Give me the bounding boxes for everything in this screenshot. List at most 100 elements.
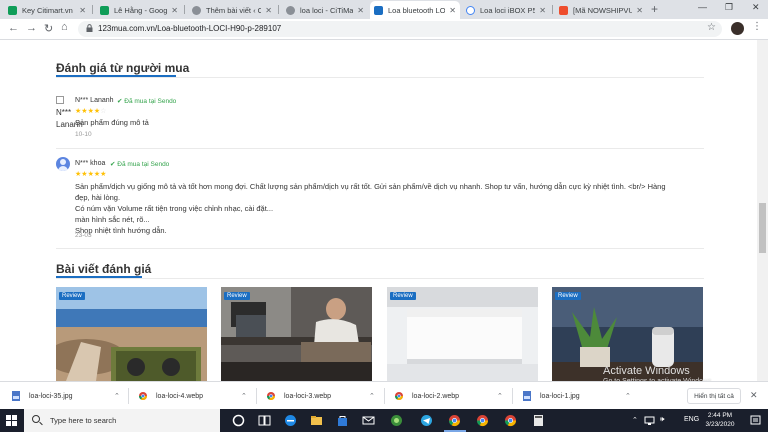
- close-icon[interactable]: ✕: [265, 6, 272, 15]
- forward-arrow-icon[interactable]: →: [26, 22, 37, 34]
- reviews-section-title: Đánh giá từ người mua: [56, 61, 190, 75]
- chrome-icon: [395, 392, 403, 400]
- close-downloads-icon[interactable]: ✕: [750, 390, 758, 401]
- close-icon[interactable]: ✕: [636, 6, 643, 15]
- avatar-body: [58, 166, 68, 171]
- review-line: Sản phẩm/dịch vụ giống mô tả và tốt hơn …: [75, 182, 666, 191]
- chrome-taskbar-icon[interactable]: [448, 414, 461, 427]
- notifications-icon[interactable]: [750, 415, 761, 426]
- tab-loa-loci-citimart[interactable]: loa loci - CiTiMart ✕: [282, 1, 368, 19]
- language-indicator[interactable]: ENG: [684, 416, 699, 423]
- address-bar: ← → ↻ ⌂ 123mua.com.vn/Loa-bluetooth-LOCI…: [0, 19, 768, 40]
- minimize-icon[interactable]: —: [698, 2, 707, 12]
- tab-le-hang[interactable]: Lê Hằng - Google Sh ✕: [96, 1, 182, 19]
- review-tag: Review: [555, 292, 581, 300]
- download-divider: [512, 388, 513, 404]
- close-icon[interactable]: ✕: [171, 6, 178, 15]
- cortana-icon[interactable]: [232, 414, 245, 427]
- reload-icon[interactable]: ↻: [44, 22, 53, 35]
- close-icon[interactable]: ✕: [539, 6, 546, 15]
- download-divider: [384, 388, 385, 404]
- close-icon[interactable]: ✕: [449, 6, 456, 15]
- home-icon[interactable]: ⌂: [61, 21, 68, 33]
- chevron-up-icon[interactable]: ⌃: [369, 392, 375, 400]
- tab-label: loa loci - CiTiMart: [300, 5, 354, 15]
- download-item[interactable]: loa-loci-1.jpg ⌃: [523, 388, 635, 404]
- file-explorer-icon[interactable]: [310, 414, 323, 427]
- taskbar-search-input[interactable]: Type here to search: [24, 409, 220, 432]
- chevron-up-icon[interactable]: ⌃: [625, 392, 631, 400]
- review-tag: Review: [59, 292, 85, 300]
- article-card[interactable]: Review: [387, 287, 538, 381]
- store-icon[interactable]: [336, 414, 349, 427]
- url-input[interactable]: 123mua.com.vn/Loa-bluetooth-LOCI-H90-p-2…: [78, 21, 722, 37]
- restore-icon[interactable]: ❐: [725, 2, 733, 13]
- articles-section-title: Bài viết đánh giá: [56, 262, 152, 276]
- back-arrow-icon[interactable]: ←: [8, 22, 19, 34]
- tab-them-bai-viet[interactable]: Thêm bài viết ‹ CiT ✕: [188, 1, 276, 19]
- new-tab-plus-icon[interactable]: +: [651, 2, 658, 16]
- url-text: 123mua.com.vn/Loa-bluetooth-LOCI-H90-p-2…: [98, 24, 282, 33]
- badge-text: Đã mua tại Sendo: [124, 98, 177, 105]
- tab-key-citimart[interactable]: Key Citimart.vn - Go ✕: [4, 1, 90, 19]
- reviewer-name: N*** khoa: [75, 160, 106, 167]
- tab-label: Key Citimart.vn - Go: [22, 5, 75, 15]
- chrome-taskbar-icon-3[interactable]: [504, 414, 517, 427]
- edge-icon[interactable]: [284, 414, 297, 427]
- windows-start-icon[interactable]: [6, 415, 17, 426]
- chrome-taskbar-icon-2[interactable]: [476, 414, 489, 427]
- article-card[interactable]: Review: [56, 287, 207, 381]
- review-text: Sản phẩm đúng mô tả: [75, 118, 149, 127]
- review-line: màn hình sắc nét, rõ...: [75, 215, 150, 224]
- page-scrollbar[interactable]: [757, 40, 768, 381]
- volume-icon[interactable]: 🕪: [660, 416, 664, 424]
- review-line: Shop nhiệt tình hướng dẫn.: [75, 226, 167, 235]
- google-icon: [466, 5, 475, 15]
- chevron-up-icon[interactable]: ⌃: [241, 392, 247, 400]
- star-rating: ★★★★☆: [75, 107, 106, 115]
- scrollbar-thumb[interactable]: [759, 203, 766, 253]
- profile-avatar[interactable]: [731, 22, 744, 35]
- bookmark-star-icon[interactable]: ☆: [707, 22, 716, 33]
- show-all-downloads-button[interactable]: Hiển thị tất cả: [687, 388, 741, 404]
- close-icon[interactable]: ✕: [79, 6, 86, 15]
- tab-loa-loci-ibox[interactable]: Loa loci iBOX P50 ✕: [462, 1, 550, 19]
- calculator-icon[interactable]: [532, 414, 545, 427]
- avatar-head: [60, 159, 66, 165]
- tab-divider: [552, 5, 553, 14]
- star-empty-icon: ☆: [100, 108, 107, 115]
- network-icon[interactable]: [644, 415, 655, 426]
- mail-icon[interactable]: [362, 414, 375, 427]
- telegram-icon[interactable]: [420, 414, 433, 427]
- purchase-badge: ✔ Đã mua tại Sendo: [117, 97, 176, 105]
- star-icon: ★: [100, 171, 107, 178]
- chevron-up-icon[interactable]: ⌃: [497, 392, 503, 400]
- window-close-icon[interactable]: ✕: [752, 2, 760, 13]
- close-icon[interactable]: ✕: [357, 6, 364, 15]
- show-hidden-icons-icon[interactable]: ⌃: [632, 416, 638, 424]
- purchase-badge: ✔ Đã mua tại Sendo: [110, 160, 169, 168]
- 123mua-icon: [374, 5, 383, 15]
- chevron-up-icon[interactable]: ⌃: [114, 392, 120, 400]
- tab-ma-nowship[interactable]: [Mã NOWSHIPVUI ✕: [555, 1, 647, 19]
- task-view-icon[interactable]: [258, 414, 271, 427]
- article-card[interactable]: Review: [221, 287, 372, 381]
- download-item[interactable]: loa-loci-3.webp ⌃: [267, 388, 379, 404]
- review-text: Sản phẩm/dịch vụ giống mô tả và tốt hơn …: [75, 181, 700, 236]
- article-thumbnail: [221, 287, 372, 381]
- download-filename: loa-loci-35.jpg: [29, 392, 73, 400]
- tab-loa-bluetooth-loci[interactable]: Loa bluetooth LOCI ✕: [370, 1, 460, 19]
- windows-taskbar: Type here to search ⌃ 🕪 ENG 2:44 PM 3/23…: [0, 409, 768, 432]
- download-item[interactable]: loa-loci-35.jpg ⌃: [12, 388, 124, 404]
- tab-divider: [184, 5, 185, 14]
- download-divider: [128, 388, 129, 404]
- more-menu-icon[interactable]: ⋮: [752, 21, 762, 32]
- download-item[interactable]: loa-loci-4.webp ⌃: [139, 388, 251, 404]
- download-item[interactable]: loa-loci-2.webp ⌃: [395, 388, 507, 404]
- sheets-icon: [100, 5, 109, 15]
- wordpress-icon: [192, 5, 201, 15]
- badge-text: Đã mua tại Sendo: [117, 161, 170, 168]
- system-clock[interactable]: 2:44 PM 3/23/2020: [700, 411, 740, 429]
- article-thumbnail: [56, 287, 207, 381]
- coccoc-icon[interactable]: [390, 414, 403, 427]
